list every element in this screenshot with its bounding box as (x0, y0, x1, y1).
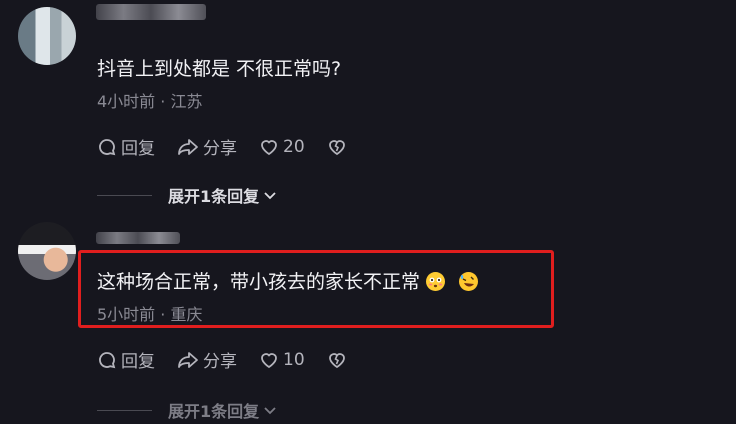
like-count: 20 (283, 136, 305, 157)
like-count: 10 (283, 349, 305, 370)
expand-label: 展开1条回复 (168, 402, 260, 421)
dislike-button[interactable] (327, 350, 351, 370)
comment-actions: 回复 分享 10 (97, 347, 373, 372)
reply-icon (99, 138, 116, 155)
avatar[interactable] (18, 222, 76, 280)
heart-icon (261, 139, 277, 155)
share-button[interactable]: 分享 (177, 347, 237, 372)
username-blurred[interactable] (96, 232, 180, 244)
red-highlight-box (78, 250, 554, 328)
comment-text: 抖音上到处都是 不很正常吗? (97, 58, 342, 80)
chevron-down-icon (264, 407, 276, 415)
like-button[interactable]: 10 (259, 350, 305, 370)
reply-label: 回复 (121, 139, 155, 159)
dislike-button[interactable] (327, 137, 351, 157)
reply-icon (99, 351, 116, 368)
avatar[interactable] (18, 7, 76, 65)
expand-replies-button[interactable]: 展开1条回复 (97, 398, 278, 422)
reply-button[interactable]: 回复 (97, 347, 155, 372)
divider (97, 409, 152, 411)
expand-label: 展开1条回复 (168, 187, 260, 206)
broken-heart-icon (328, 352, 345, 368)
like-button[interactable]: 20 (259, 137, 305, 157)
share-button[interactable]: 分享 (177, 134, 237, 159)
reply-label: 回复 (121, 352, 155, 372)
username-blurred[interactable] (96, 4, 206, 20)
share-label: 分享 (203, 139, 237, 159)
share-icon (178, 138, 198, 155)
share-icon (178, 351, 198, 368)
chevron-down-icon (264, 192, 276, 200)
heart-icon (261, 352, 277, 368)
share-label: 分享 (203, 352, 237, 372)
broken-heart-icon (328, 139, 345, 155)
divider (97, 194, 152, 196)
expand-replies-button[interactable]: 展开1条回复 (97, 183, 278, 207)
reply-button[interactable]: 回复 (97, 134, 155, 159)
comment-meta: 4小时前 · 江苏 (97, 92, 203, 111)
comment-actions: 回复 分享 20 (97, 134, 373, 159)
